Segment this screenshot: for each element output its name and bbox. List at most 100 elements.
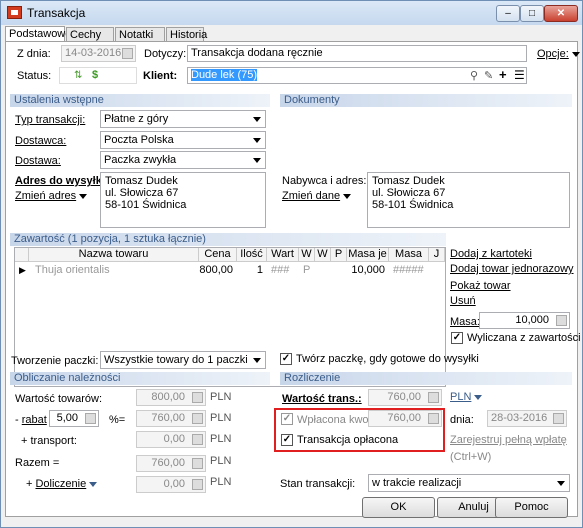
delivery-label: Dostawa:	[15, 155, 61, 167]
goods-value-field: 800,00	[136, 389, 206, 406]
mass-field[interactable]: 10,000	[479, 312, 570, 329]
total-label: Razem =	[15, 457, 60, 469]
payment-status-icon[interactable]: $	[92, 69, 98, 81]
supplier-select[interactable]: Poczta Polska	[100, 131, 266, 149]
transport-field[interactable]: 0,00	[136, 431, 206, 448]
row-indicator-header	[15, 248, 29, 262]
mass-label: Masa:	[450, 316, 480, 328]
register-full-payment-link[interactable]: Zarejestruj pełną wpłatę	[450, 434, 567, 446]
transaction-type-label: Typ transakcji:	[15, 114, 86, 126]
add-one-time-link[interactable]: Dodaj towar jednorazowy	[450, 263, 574, 275]
date-field[interactable]: 14-03-2016	[61, 45, 136, 62]
options-menu[interactable]: Opcje:	[537, 48, 580, 60]
column-header[interactable]: Wart	[267, 248, 299, 262]
column-header[interactable]: Masa	[389, 248, 429, 262]
trans-value-field: 760,00	[368, 389, 442, 406]
calculator-icon	[428, 392, 439, 403]
regarding-label: Dotyczy:	[144, 48, 187, 60]
payment-date-label: dnia:	[450, 414, 474, 426]
minimize-button[interactable]: –	[496, 5, 520, 22]
calculator-icon[interactable]	[556, 315, 567, 326]
calculator-icon[interactable]	[192, 479, 203, 490]
list-icon[interactable]: ☰	[514, 68, 525, 82]
cell-name[interactable]: Thuja orientalis	[35, 264, 110, 278]
column-header[interactable]: Nazwa towaru	[29, 248, 199, 262]
regarding-field[interactable]: Transakcja dodana ręcznie	[187, 45, 527, 62]
help-button[interactable]: Pomoc	[495, 497, 568, 518]
package-creation-select[interactable]: Wszystkie towary do 1 paczki	[100, 351, 266, 369]
address-label: Adres do wysyłki:	[15, 175, 109, 187]
main-panel: Z dnia: 14-03-2016 Dotyczy: Transakcja d…	[5, 41, 581, 517]
computed-from-content-checkbox[interactable]: ✓	[451, 332, 463, 344]
buyer-address-box: Tomasz Dudek ul. Słowicza 67 58-101 Świd…	[367, 172, 570, 228]
currency-label: PLN	[210, 476, 232, 488]
column-header[interactable]: W	[315, 248, 331, 262]
change-address-link[interactable]: Zmień adres	[15, 190, 88, 202]
total-field: 760,00	[136, 455, 206, 472]
discount-field[interactable]: 5,00	[49, 410, 99, 427]
settings-section-header: Ustalenia wstępne	[10, 94, 270, 107]
tab-cechy[interactable]: Cechy (0)	[66, 27, 114, 53]
cell-unit-mass[interactable]: 10,000	[347, 264, 385, 278]
date-label: Z dnia:	[17, 48, 51, 60]
currency-label: PLN	[210, 433, 232, 445]
cell-p[interactable]: P	[303, 264, 310, 278]
transaction-window: Transakcja – □ ✕ Podstawowe Cechy (0) No…	[0, 0, 583, 528]
buyer-line: ul. Słowicza 67	[372, 187, 446, 199]
search-icon[interactable]: ⚲	[470, 69, 478, 82]
maximize-button[interactable]: □	[520, 5, 544, 22]
client-label: Klient:	[143, 70, 178, 82]
calculator-icon	[192, 392, 203, 403]
transport-label: + transport:	[21, 435, 77, 447]
status-flag-icon[interactable]: ⇅	[74, 70, 82, 81]
status-icons[interactable]: ⇅ $	[59, 67, 137, 84]
show-product-link[interactable]: Pokaż towar	[450, 280, 511, 292]
transaction-type-select[interactable]: Płatne z góry	[100, 110, 266, 128]
delete-link[interactable]: Usuń	[450, 295, 476, 307]
trans-value-label: Wartość trans.:	[282, 393, 362, 405]
content-section-header: Zawartość (1 pozycja, 1 sztuka łącznie)	[10, 233, 446, 246]
cell-value[interactable]: ###	[271, 264, 289, 278]
highlight-box	[274, 408, 445, 452]
column-header[interactable]: W	[299, 248, 315, 262]
tab-notatki[interactable]: Notatki (0)	[115, 27, 165, 53]
column-header[interactable]: Cena	[199, 248, 237, 262]
create-package-label: Twórz paczkę, gdy gotowe do wysyłki	[296, 353, 479, 365]
add-icon[interactable]: +	[499, 67, 507, 82]
calc-section-header: Obliczanie należności	[10, 372, 270, 385]
column-header[interactable]: P	[331, 248, 347, 262]
currency-select[interactable]: PLN	[450, 391, 483, 403]
calculator-icon[interactable]	[85, 413, 96, 424]
address-line: 58-101 Świdnica	[105, 199, 187, 211]
calendar-icon[interactable]	[122, 48, 133, 59]
window-title: Transakcja	[27, 6, 86, 20]
calendar-icon[interactable]	[553, 413, 564, 424]
extra-charge-field[interactable]: 0,00	[136, 476, 206, 493]
tab-historia[interactable]: Historia	[166, 27, 207, 42]
cell-price[interactable]: 800,00	[199, 264, 233, 278]
discounted-value-field: 760,00	[136, 410, 206, 427]
calculator-icon[interactable]	[192, 434, 203, 445]
extra-charge-link[interactable]: + Doliczenie	[26, 478, 98, 490]
payment-date-field[interactable]: 28-03-2016	[487, 410, 567, 427]
close-button[interactable]: ✕	[544, 5, 578, 22]
calculator-icon	[192, 458, 203, 469]
cell-qty[interactable]: 1	[237, 264, 263, 278]
column-header[interactable]: Masa je	[347, 248, 389, 262]
shipping-address-box: Tomasz Dudek ul. Słowicza 67 58-101 Świd…	[100, 172, 266, 228]
change-data-link[interactable]: Zmień dane	[282, 190, 352, 202]
transaction-state-select[interactable]: w trakcie realizacji	[368, 474, 570, 492]
column-header[interactable]: J	[429, 248, 445, 262]
create-package-checkbox[interactable]: ✓	[280, 353, 292, 365]
ok-button[interactable]: OK	[362, 497, 435, 518]
cell-mass[interactable]: #####	[393, 264, 424, 278]
add-from-catalog-link[interactable]: Dodaj z kartoteki	[450, 248, 532, 260]
address-line: Tomasz Dudek	[105, 175, 178, 187]
edit-icon[interactable]: ✎	[484, 69, 493, 82]
goods-value-label: Wartość towarów:	[15, 393, 103, 405]
percent-equals-label: %=	[109, 414, 126, 426]
app-icon	[7, 6, 22, 19]
column-header[interactable]: Ilość	[237, 248, 267, 262]
delivery-select[interactable]: Paczka zwykła	[100, 151, 266, 169]
buyer-label: Nabywca i adres:	[282, 175, 367, 187]
